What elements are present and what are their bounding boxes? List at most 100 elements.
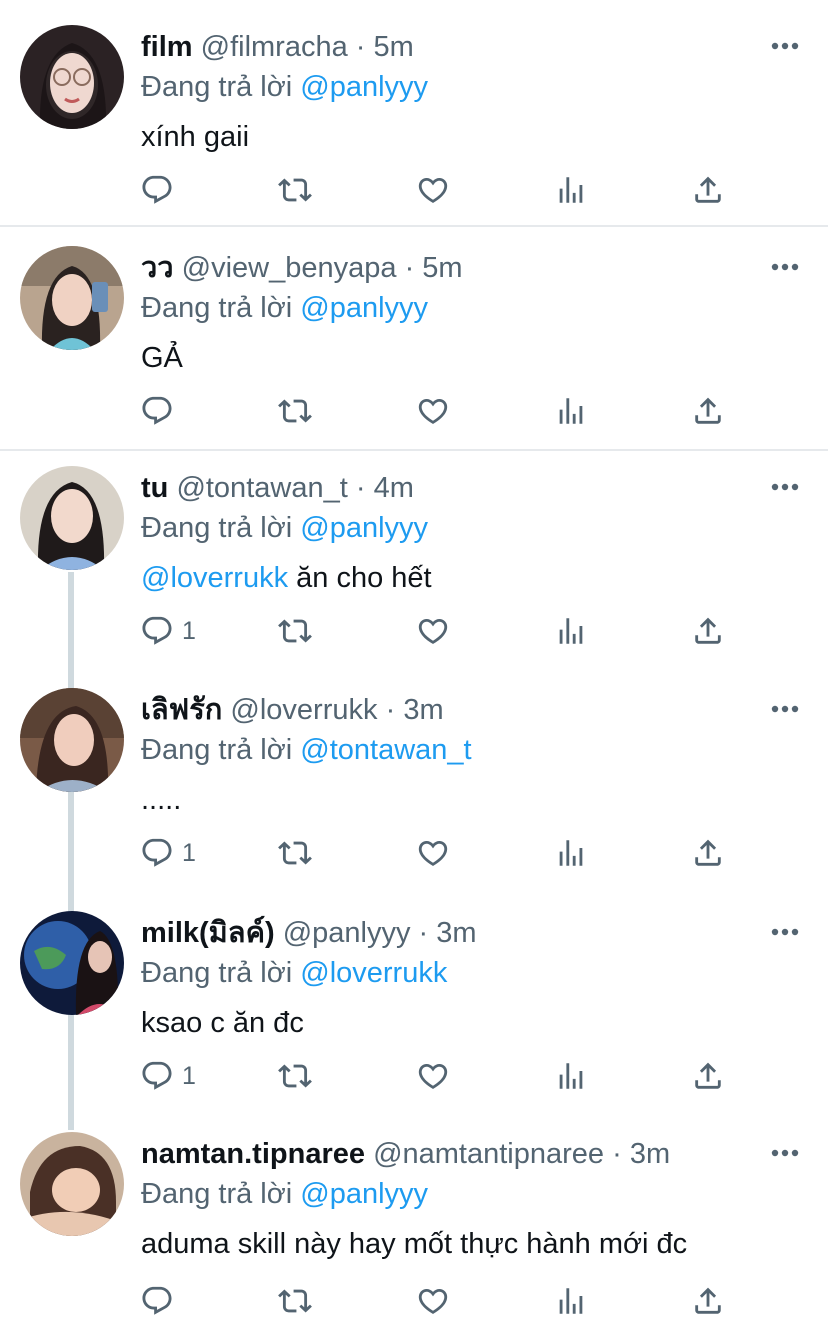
like-button[interactable] [416, 173, 450, 207]
share-button[interactable] [691, 394, 725, 428]
share-icon [695, 839, 721, 866]
timestamp[interactable]: 4m [374, 472, 414, 504]
separator-dot: · [385, 694, 396, 726]
user-handle[interactable]: @filmracha [201, 31, 348, 63]
like-button[interactable] [416, 1284, 450, 1318]
tweet[interactable]: milk(มิลค์) @panlyyy · 3m Đang trả lời @… [0, 911, 828, 1111]
like-icon [418, 618, 448, 644]
replying-to-mention[interactable]: @panlyyy [300, 512, 428, 544]
avatar[interactable] [20, 25, 124, 129]
avatar[interactable] [20, 688, 124, 792]
replying-to-mention[interactable]: @panlyyy [300, 71, 428, 103]
avatar[interactable] [20, 911, 124, 1015]
retweet-icon [278, 178, 312, 202]
share-button[interactable] [691, 1059, 725, 1093]
display-name[interactable]: milk(มิลค์) [141, 917, 275, 949]
retweet-button[interactable] [278, 836, 312, 870]
more-icon[interactable] [770, 703, 800, 715]
tweet[interactable]: tu @tontawan_t · 4m Đang trả lời @panlyy… [0, 466, 828, 666]
replying-to: Đang trả lời @panlyyy [141, 70, 428, 104]
tweet-text: GẢ [141, 341, 183, 375]
stats-button[interactable] [554, 173, 588, 207]
reply-button[interactable] [140, 173, 182, 207]
share-icon [695, 617, 721, 644]
tweet-text: ..... [141, 783, 181, 817]
text-mention[interactable]: @loverrukk [141, 562, 288, 594]
retweet-button[interactable] [278, 394, 312, 428]
tweet-header: milk(มิลค์) @panlyyy · 3m [141, 916, 477, 950]
stats-button[interactable] [554, 614, 588, 648]
retweet-button[interactable] [278, 1284, 312, 1318]
like-button[interactable] [416, 614, 450, 648]
display-name[interactable]: วว [141, 252, 174, 284]
timestamp[interactable]: 3m [436, 917, 476, 949]
timestamp[interactable]: 3m [630, 1138, 670, 1170]
avatar[interactable] [20, 246, 124, 350]
like-button[interactable] [416, 1059, 450, 1093]
reply-icon [142, 838, 172, 867]
display-name[interactable]: namtan.tipnaree [141, 1138, 365, 1170]
like-button[interactable] [416, 394, 450, 428]
reply-button[interactable] [140, 394, 182, 428]
retweet-button[interactable] [278, 1059, 312, 1093]
replying-to-mention[interactable]: @panlyyy [300, 1178, 428, 1210]
tweet-body: xính gaii [141, 121, 250, 153]
user-handle[interactable]: @panlyyy [283, 917, 411, 949]
tweet-header: เลิฟรัก @loverrukk · 3m [141, 693, 444, 727]
retweet-button[interactable] [278, 614, 312, 648]
reply-button[interactable]: 1 [140, 836, 196, 870]
action-bar [140, 394, 740, 428]
replying-to-mention[interactable]: @loverrukk [300, 957, 447, 989]
stats-icon [559, 177, 583, 203]
share-button[interactable] [691, 836, 725, 870]
display-name[interactable]: tu [141, 472, 168, 504]
display-name[interactable]: film [141, 31, 193, 63]
reply-button[interactable]: 1 [140, 614, 196, 648]
user-handle[interactable]: @namtantipnaree [373, 1138, 604, 1170]
stats-icon [559, 840, 583, 866]
action-bar [140, 1284, 740, 1318]
stats-button[interactable] [554, 1284, 588, 1318]
share-button[interactable] [691, 614, 725, 648]
share-button[interactable] [691, 1284, 725, 1318]
stats-button[interactable] [554, 394, 588, 428]
tweet-body: ..... [141, 784, 182, 816]
tweet-text: aduma skill này hay mốt thực hành mới đc [141, 1227, 687, 1261]
like-button[interactable] [416, 836, 450, 870]
user-handle[interactable]: @loverrukk [230, 694, 377, 726]
user-handle[interactable]: @tontawan_t [176, 472, 347, 504]
timestamp[interactable]: 5m [374, 31, 414, 63]
user-handle[interactable]: @view_benyapa [182, 252, 397, 284]
more-icon[interactable] [770, 261, 800, 273]
action-bar: 1 [140, 1059, 740, 1093]
stats-button[interactable] [554, 836, 588, 870]
tweet[interactable]: วว @view_benyapa · 5m Đang trả lời @panl… [0, 246, 828, 446]
display-name[interactable]: เลิฟรัก [141, 694, 222, 726]
retweet-icon [278, 1064, 312, 1088]
share-button[interactable] [691, 173, 725, 207]
reply-count: 1 [182, 839, 196, 867]
tweet[interactable]: namtan.tipnaree @namtantipnaree · 3m Đan… [0, 1132, 828, 1329]
retweet-icon [278, 399, 312, 423]
avatar[interactable] [20, 1132, 124, 1236]
retweet-button[interactable] [278, 173, 312, 207]
replying-to-mention[interactable]: @tontawan_t [300, 734, 471, 766]
timestamp[interactable]: 5m [422, 252, 462, 284]
avatar[interactable] [20, 466, 124, 570]
replying-to-mention[interactable]: @panlyyy [300, 292, 428, 324]
reply-icon [142, 175, 172, 204]
timestamp[interactable]: 3m [403, 694, 443, 726]
tweet[interactable]: film @filmracha · 5m Đang trả lời @panly… [0, 25, 828, 225]
reply-button[interactable] [140, 1284, 182, 1318]
share-icon [695, 397, 721, 424]
more-icon[interactable] [770, 481, 800, 493]
more-icon[interactable] [770, 1147, 800, 1159]
more-icon[interactable] [770, 40, 800, 52]
tweet[interactable]: เลิฟรัก @loverrukk · 3m Đang trả lời @to… [0, 688, 828, 888]
tweet-header: tu @tontawan_t · 4m [141, 471, 414, 505]
reply-button[interactable]: 1 [140, 1059, 196, 1093]
stats-button[interactable] [554, 1059, 588, 1093]
reply-icon [142, 1286, 172, 1315]
more-icon[interactable] [770, 926, 800, 938]
retweet-icon [278, 619, 312, 643]
